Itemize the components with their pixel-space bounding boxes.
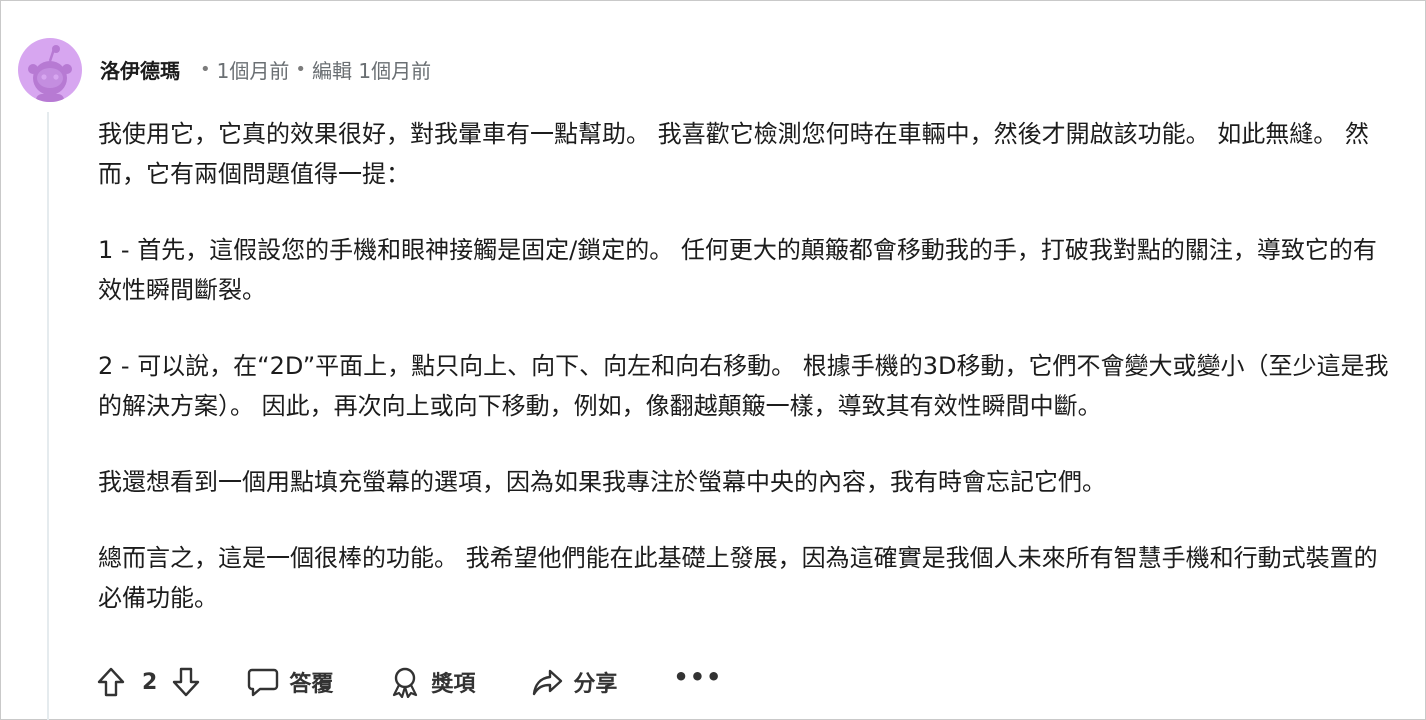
author-name[interactable]: 洛伊德瑪	[100, 55, 180, 84]
meta-separator: •	[200, 58, 211, 80]
comment-paragraph: 我使用它，它真的效果很好，對我暈車有一點幫助。 我喜歡它檢測您何時在車輛中，然後…	[98, 120, 1369, 188]
meta-separator: •	[295, 58, 306, 80]
comment-paragraph: 1 - 首先，這假設您的手機和眼神接觸是固定/鎖定的。 任何更大的顛簸都會移動我…	[98, 236, 1377, 304]
comment-actions: 2 答覆 獎項 分享 •••	[96, 662, 722, 702]
comment-paragraph: 2 - 可以說，在“2D”平面上，點只向上、向下、向左和向右移動。 根據手機的3…	[98, 352, 1389, 420]
comment-meta: 洛伊德瑪 • 1個月前 • 編輯 1個月前	[100, 54, 431, 84]
vote-count: 2	[142, 669, 158, 695]
upvote-button[interactable]	[96, 666, 126, 698]
reply-label: 答覆	[289, 672, 334, 697]
arrow-up-icon	[97, 667, 125, 697]
avatar[interactable]	[18, 38, 82, 102]
downvote-button[interactable]	[171, 666, 201, 698]
edited-timestamp: 編輯 1個月前	[311, 58, 432, 83]
comment-paragraph: 我還想看到一個用點填充螢幕的選項，因為如果我專注於螢幕中央的內容，我有時會忘記它…	[98, 468, 1106, 496]
comment-timestamp[interactable]: 1個月前	[217, 55, 290, 84]
thread-line[interactable]	[47, 112, 49, 720]
award-button[interactable]: 獎項	[389, 666, 475, 698]
more-options-button[interactable]: •••	[673, 665, 722, 699]
award-ribbon-icon	[393, 667, 418, 698]
share-arrow-icon	[533, 669, 563, 696]
comment-paragraph: 總而言之，這是一個很棒的功能。 我希望他們能在此基礎上發展，因為這確實是我個人未…	[98, 544, 1378, 612]
comment-body: 我使用它，它真的效果很好，對我暈車有一點幫助。 我喜歡它檢測您何時在車輛中，然後…	[98, 114, 1398, 618]
reply-button[interactable]: 答覆	[247, 666, 333, 698]
award-label: 獎項	[431, 672, 476, 697]
share-label: 分享	[573, 672, 618, 697]
speech-bubble-icon	[248, 668, 279, 697]
share-button[interactable]: 分享	[531, 666, 617, 698]
arrow-down-icon	[173, 667, 200, 697]
